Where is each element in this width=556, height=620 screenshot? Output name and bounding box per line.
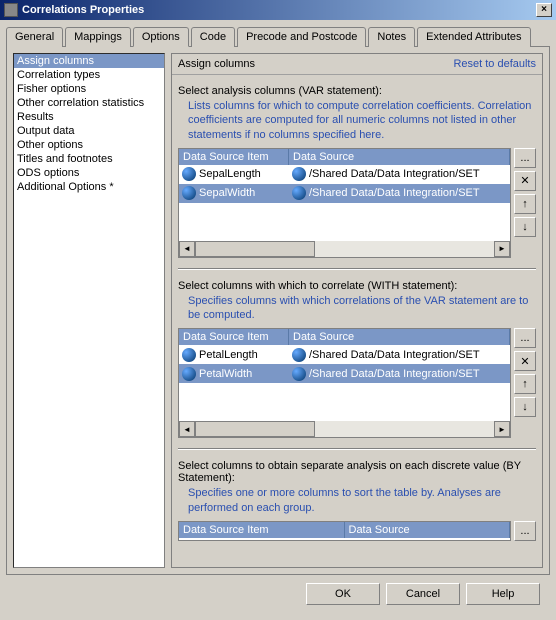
group-help-var: Lists columns for which to compute corre… [188,99,532,142]
category-item[interactable]: Titles and footnotes [14,152,164,166]
move-down-button[interactable]: ↓ [514,397,536,417]
globe-icon [292,186,306,200]
globe-icon [292,367,306,381]
detail-scroll[interactable]: Select analysis columns (VAR statement):… [172,75,542,567]
group-label-by: Select columns to obtain separate analys… [178,460,536,484]
h-scrollbar[interactable]: ◄ ► [179,241,510,257]
cell-source: /Shared Data/Data Integration/SET [309,168,480,180]
cell-source: /Shared Data/Data Integration/SET [309,349,480,361]
group-help-by: Specifies one or more columns to sort th… [188,486,532,515]
cell-item: SepalWidth [199,187,255,199]
col-header[interactable]: Data Source Item [179,329,289,345]
cell-item: PetalLength [199,349,258,361]
table-row[interactable]: PetalWidth /Shared Data/Data Integration… [179,364,510,383]
category-item[interactable]: Other correlation statistics [14,96,164,110]
scroll-left-icon[interactable]: ◄ [179,421,195,437]
cell-source: /Shared Data/Data Integration/SET [309,187,480,199]
globe-icon [182,186,196,200]
options-panel: Assign columns Correlation types Fisher … [6,47,550,575]
by-table[interactable]: Data Source Item Data Source [178,521,511,541]
category-item[interactable]: Additional Options * [14,180,164,194]
move-down-button[interactable]: ↓ [514,217,536,237]
reset-link[interactable]: Reset to defaults [453,58,536,70]
scroll-right-icon[interactable]: ► [494,241,510,257]
ok-button[interactable]: OK [306,583,380,605]
scroll-left-icon[interactable]: ◄ [179,241,195,257]
group-label-with: Select columns with which to correlate (… [178,280,536,292]
tab-precode-postcode[interactable]: Precode and Postcode [237,27,366,47]
with-table[interactable]: Data Source Item Data Source PetalLength… [178,328,511,438]
col-header[interactable]: Data Source [289,149,510,165]
category-list[interactable]: Assign columns Correlation types Fisher … [13,53,165,568]
globe-icon [182,367,196,381]
tab-extended-attributes[interactable]: Extended Attributes [417,27,530,47]
cell-source: /Shared Data/Data Integration/SET [309,368,480,380]
category-item[interactable]: Output data [14,124,164,138]
col-header[interactable]: Data Source [345,522,511,538]
move-up-button[interactable]: ↑ [514,374,536,394]
section-header: Assign columns Reset to defaults [172,54,542,75]
delete-button[interactable]: ✕ [514,351,536,371]
h-scrollbar[interactable]: ◄ ► [179,421,510,437]
divider [178,268,536,270]
cell-item: SepalLength [199,168,261,180]
app-icon [4,3,18,17]
help-button[interactable]: Help [466,583,540,605]
table-row[interactable]: PetalLength /Shared Data/Data Integratio… [179,345,510,364]
browse-button[interactable]: ... [514,148,536,168]
category-item[interactable]: Fisher options [14,82,164,96]
divider [178,448,536,450]
titlebar: Correlations Properties × [0,0,556,20]
category-item[interactable]: Correlation types [14,68,164,82]
globe-icon [182,348,196,362]
tab-code[interactable]: Code [191,27,235,47]
group-label-var: Select analysis columns (VAR statement): [178,85,536,97]
table-row[interactable]: SepalWidth /Shared Data/Data Integration… [179,184,510,203]
category-item[interactable]: Assign columns [14,54,164,68]
globe-icon [182,167,196,181]
window-title: Correlations Properties [22,4,536,16]
var-table[interactable]: Data Source Item Data Source SepalLength… [178,148,511,258]
tab-options[interactable]: Options [133,27,189,47]
group-help-with: Specifies columns with which correlation… [188,294,532,323]
move-up-button[interactable]: ↑ [514,194,536,214]
cancel-button[interactable]: Cancel [386,583,460,605]
category-item[interactable]: Other options [14,138,164,152]
col-header[interactable]: Data Source Item [179,522,345,538]
col-header[interactable]: Data Source Item [179,149,289,165]
category-item[interactable]: ODS options [14,166,164,180]
tabstrip: General Mappings Options Code Precode an… [6,26,550,47]
detail-area: Assign columns Reset to defaults Select … [171,53,543,568]
dialog-buttons: OK Cancel Help [6,575,550,613]
cell-item: PetalWidth [199,368,252,380]
delete-button[interactable]: ✕ [514,171,536,191]
browse-button[interactable]: ... [514,521,536,541]
globe-icon [292,167,306,181]
scroll-thumb[interactable] [195,421,315,437]
category-item[interactable]: Results [14,110,164,124]
close-button[interactable]: × [536,3,552,17]
globe-icon [292,348,306,362]
tab-mappings[interactable]: Mappings [65,27,131,47]
section-title: Assign columns [178,58,453,70]
browse-button[interactable]: ... [514,328,536,348]
table-row[interactable]: SepalLength /Shared Data/Data Integratio… [179,165,510,184]
scroll-right-icon[interactable]: ► [494,421,510,437]
tab-general[interactable]: General [6,27,63,47]
col-header[interactable]: Data Source [289,329,510,345]
tab-notes[interactable]: Notes [368,27,415,47]
scroll-thumb[interactable] [195,241,315,257]
